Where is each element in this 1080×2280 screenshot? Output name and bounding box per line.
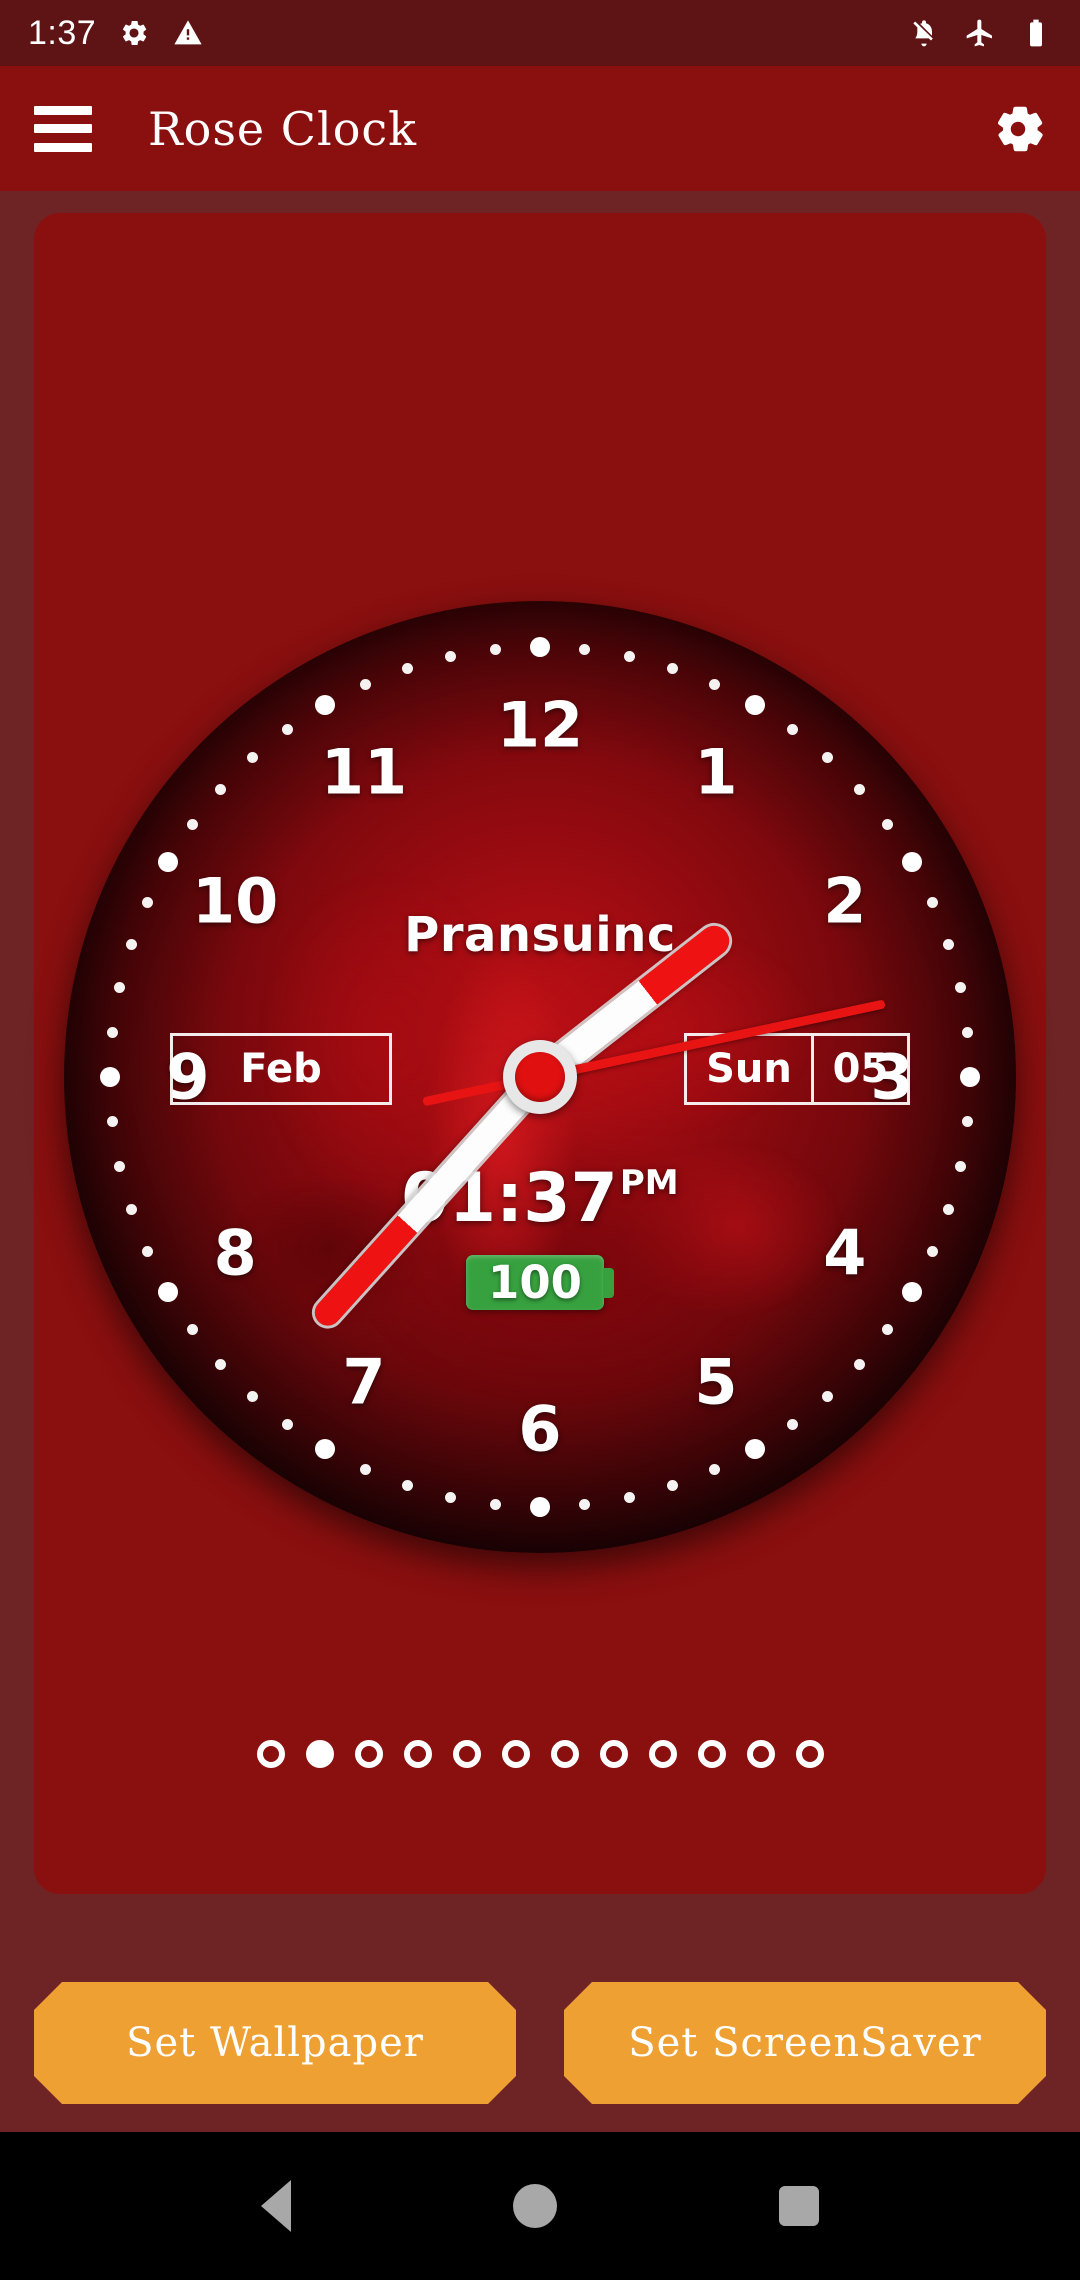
hamburger-menu-icon[interactable] [34,105,92,152]
page-dot[interactable] [501,1740,530,1768]
warning-triangle-icon [174,20,202,45]
clock-hands [64,601,1016,1553]
status-bar-clock: 1:37 [28,13,97,52]
back-icon[interactable] [261,2180,291,2232]
page-dot[interactable] [648,1740,677,1768]
page-dot[interactable] [256,1740,285,1768]
action-button-row: Set Wallpaper Set ScreenSaver [0,1954,1080,2132]
page-dot-active[interactable] [305,1740,334,1768]
clock-card: 1 2 3 4 5 6 7 8 9 10 11 12 Pransuinc Feb Sun 05 01:… [34,213,1046,1894]
hamburger-bar [34,105,92,115]
status-bar: 1:37 [0,0,1080,66]
page-dot[interactable] [550,1740,579,1768]
set-wallpaper-button[interactable]: Set Wallpaper [34,1982,516,2104]
page-dot[interactable] [746,1740,775,1768]
page-dot[interactable] [452,1740,481,1768]
hamburger-bar [34,142,92,152]
battery-full-icon [1030,19,1042,47]
clock-card-area: 1 2 3 4 5 6 7 8 9 10 11 12 Pransuinc Feb Sun 05 01:… [0,191,1080,1954]
status-bar-right [908,17,1052,49]
page-dot[interactable] [354,1740,383,1768]
status-bar-left: 1:37 [28,14,204,53]
hamburger-bar [34,124,92,133]
app-screen: 1:37 Rose Clock 1 2 3 4 5 6 7 8 9 10 11 … [0,0,1080,2280]
hand-hub-inner [515,1052,565,1102]
app-toolbar: Rose Clock [0,66,1080,191]
page-dot[interactable] [697,1740,726,1768]
minute-hand [309,1068,550,1331]
page-indicator[interactable] [34,1740,1046,1768]
gear-icon [998,106,1043,151]
analog-clock[interactable]: 1 2 3 4 5 6 7 8 9 10 11 12 Pransuinc Feb Sun 05 01:… [64,601,1016,1553]
set-screensaver-button[interactable]: Set ScreenSaver [564,1982,1046,2104]
android-navigation-bar [0,2132,1080,2280]
page-title: Rose Clock [148,101,418,156]
gear-icon [123,20,147,46]
page-dot[interactable] [403,1740,432,1768]
settings-button[interactable] [990,101,1046,157]
notifications-off-icon [913,20,933,47]
page-dot[interactable] [795,1740,824,1768]
recents-icon[interactable] [779,2186,819,2226]
home-icon[interactable] [513,2184,557,2228]
page-dot[interactable] [599,1740,628,1768]
airplane-mode-icon [966,19,992,47]
